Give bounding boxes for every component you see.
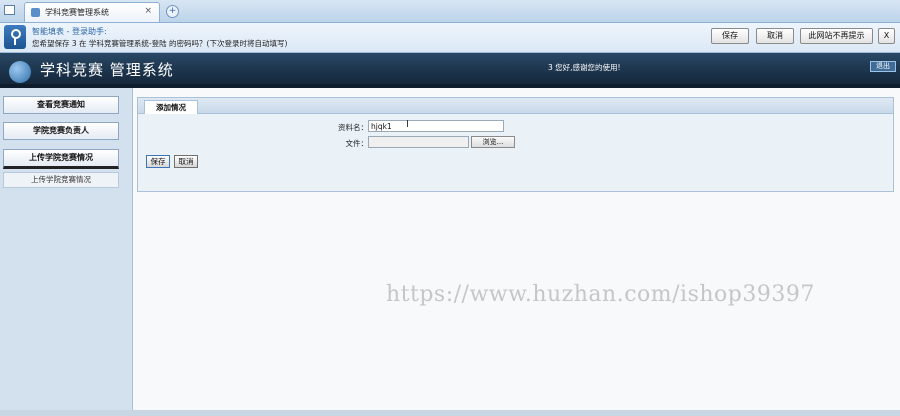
logout-button[interactable]: 退出 [870,61,896,72]
helper-message: 您希望保存 3 在 学科竞赛管理系统-登陆 的密码吗？(下次登录时将自动填写) [32,39,288,48]
file-label: 文件： [345,139,369,148]
sidebar-item-leaders[interactable]: 学院竞赛负责人 [3,122,119,140]
helper-save-button[interactable]: 保存 [711,28,749,44]
app-header: 学科竞赛 管理系统 3 您好,感谢您的使用! 退出 [0,53,900,88]
name-input[interactable] [368,120,504,132]
welcome-text: 3 您好,感谢您的使用! [548,63,621,72]
browser-tab-title: 学科竞赛管理系统 [45,8,109,17]
status-strip [0,410,900,416]
sidebar-item-upload[interactable]: 上传学院竞赛情况 [3,149,119,169]
sidebar-subitem-upload[interactable]: 上传学院竞赛情况 [3,172,119,188]
cancel-button[interactable]: 取消 [174,155,198,168]
tab-close-icon[interactable]: × [144,6,152,16]
new-tab-button[interactable]: + [166,5,179,18]
name-label: 资料名： [338,123,368,132]
key-icon [4,25,26,49]
save-button[interactable]: 保存 [146,155,170,168]
favicon-icon [31,8,40,17]
app-title: 学科竞赛 管理系统 [40,61,174,79]
header-divider [0,84,900,88]
helper-title: 智能填表 - 登录助手: [32,27,107,36]
password-helper-bar: 智能填表 - 登录助手: 您希望保存 3 在 学科竞赛管理系统-登陆 的密码吗？… [0,23,900,53]
browser-tab-strip: 学科竞赛管理系统 × + [0,0,900,23]
tab-add-record[interactable]: 添加情况 [144,100,198,114]
app-logo-icon [9,61,31,83]
helper-close-button[interactable]: X [878,28,895,44]
helper-cancel-button[interactable]: 取消 [756,28,794,44]
file-input[interactable] [368,136,469,148]
helper-never-button[interactable]: 此网站不再提示 [800,28,873,44]
content-panel: 添加情况 资料名： 文件： 浏览... 保存 取消 [137,97,894,192]
window-menu-icon[interactable] [4,5,15,15]
watermark-text: https://www.huzhan.com/ishop39397 [386,282,815,307]
sidebar: 查看竞赛通知 学院竞赛负责人 上传学院竞赛情况 上传学院竞赛情况 [0,88,133,416]
browser-tab[interactable]: 学科竞赛管理系统 × [24,2,160,22]
text-cursor-icon: I [406,119,409,130]
panel-tabbar: 添加情况 [138,98,893,114]
browse-button[interactable]: 浏览... [471,136,515,148]
sidebar-item-notices[interactable]: 查看竞赛通知 [3,96,119,114]
